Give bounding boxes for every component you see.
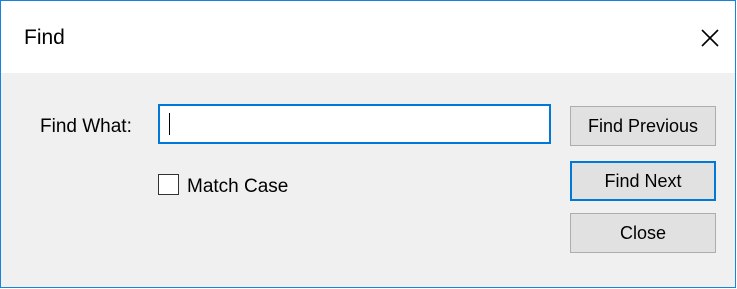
find-previous-button[interactable]: Find Previous xyxy=(570,106,716,146)
text-caret xyxy=(169,113,170,135)
match-case-label[interactable]: Match Case xyxy=(187,176,288,198)
find-next-button[interactable]: Find Next xyxy=(570,161,716,201)
close-button[interactable]: Close xyxy=(570,213,716,253)
dialog-title: Find xyxy=(24,26,65,49)
find-dialog: Find Find What: Match Case Find Previous… xyxy=(0,0,736,288)
close-icon[interactable] xyxy=(693,21,727,55)
match-case-checkbox[interactable] xyxy=(158,174,179,195)
find-what-label: Find What: xyxy=(40,116,132,137)
find-what-input[interactable] xyxy=(158,104,551,144)
title-bar: Find xyxy=(1,1,735,73)
